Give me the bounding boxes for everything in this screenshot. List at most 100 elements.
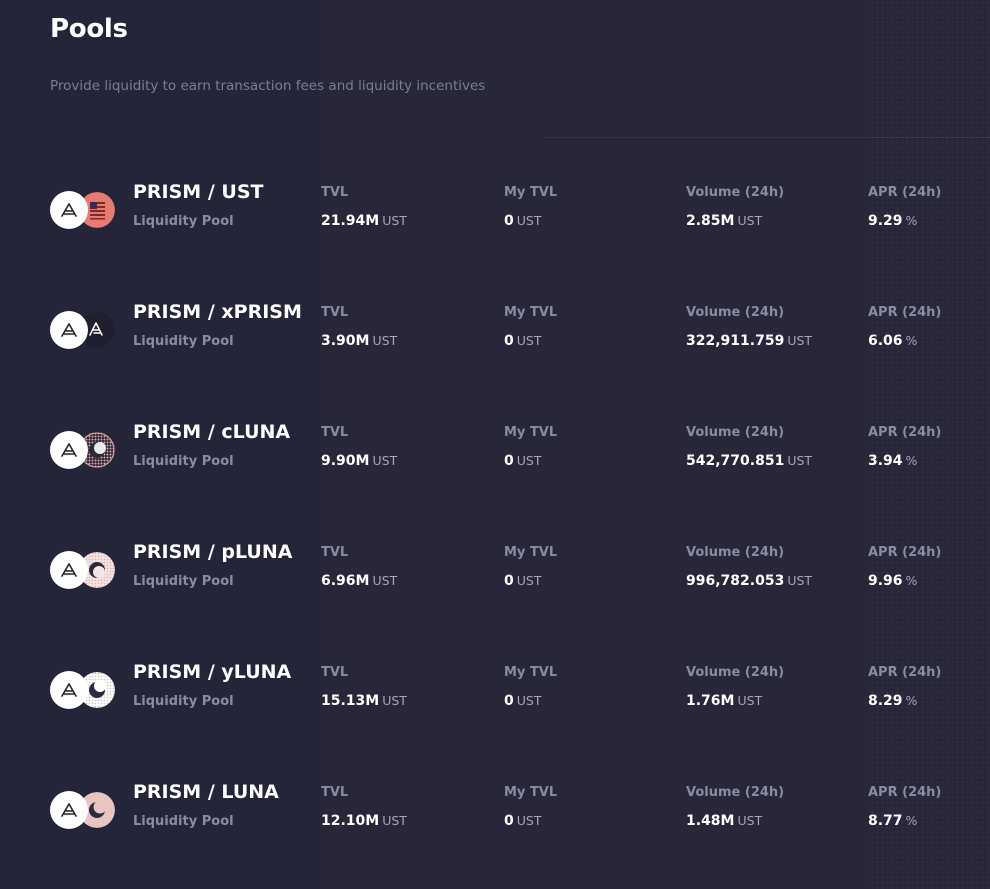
my-tvl-column: My TVL 0 UST bbox=[504, 785, 557, 829]
volume-column-unit: UST bbox=[787, 573, 813, 588]
pool-name[interactable]: PRISM / UST bbox=[133, 181, 263, 203]
my-tvl-column-value: 0 UST bbox=[504, 453, 557, 469]
tvl-column-label: TVL bbox=[321, 665, 349, 680]
pool-name[interactable]: PRISM / yLUNA bbox=[133, 661, 291, 683]
apr-column-label: APR (24h) bbox=[868, 545, 942, 560]
pool-token-icons bbox=[50, 791, 120, 831]
tvl-column: TVL 15.13M UST bbox=[321, 665, 407, 709]
apr-column-unit: % bbox=[905, 813, 918, 828]
my-tvl-column: My TVL 0 UST bbox=[504, 185, 557, 229]
apr-column-unit: % bbox=[905, 333, 918, 348]
pool-name[interactable]: PRISM / cLUNA bbox=[133, 421, 290, 443]
apr-column: APR (24h) 9.96% bbox=[868, 545, 941, 589]
apr-column-unit: % bbox=[905, 693, 918, 708]
my-tvl-column: My TVL 0 UST bbox=[504, 305, 557, 349]
apr-column-amount: 9.29 bbox=[868, 213, 903, 229]
pool-name[interactable]: PRISM / xPRISM bbox=[133, 301, 302, 323]
header-divider bbox=[545, 137, 990, 138]
volume-column-value: 2.85M UST bbox=[686, 213, 784, 229]
apr-column: APR (24h) 3.94% bbox=[868, 425, 941, 469]
tvl-column: TVL 21.94M UST bbox=[321, 185, 407, 229]
volume-column-value: 1.76M UST bbox=[686, 693, 784, 709]
my-tvl-column-label: My TVL bbox=[504, 305, 558, 320]
prism-icon bbox=[50, 551, 88, 589]
volume-column-amount: 2.85M bbox=[686, 213, 735, 229]
volume-column-amount: 542,770.851 bbox=[686, 453, 785, 469]
pool-token-icons bbox=[50, 551, 120, 591]
apr-column-value: 9.29% bbox=[868, 213, 941, 229]
pool-row[interactable]: PRISM / cLUNA Liquidity Pool TVL 9.90M UST My… bbox=[0, 421, 990, 525]
my-tvl-column-unit: UST bbox=[516, 573, 542, 588]
pool-row[interactable]: PRISM / LUNA Liquidity Pool TVL 12.10M UST My… bbox=[0, 781, 990, 885]
tvl-column-value: 3.90M UST bbox=[321, 333, 397, 349]
volume-column-unit: UST bbox=[787, 333, 813, 348]
apr-column: APR (24h) 8.77% bbox=[868, 785, 941, 829]
volume-column-value: 996,782.053 UST bbox=[686, 573, 812, 589]
apr-column-amount: 3.94 bbox=[868, 453, 903, 469]
apr-column-label: APR (24h) bbox=[868, 425, 942, 440]
my-tvl-column-unit: UST bbox=[516, 333, 542, 348]
pool-token-icons bbox=[50, 191, 120, 231]
tvl-column-unit: UST bbox=[372, 573, 398, 588]
my-tvl-column-label: My TVL bbox=[504, 425, 558, 440]
volume-column-unit: UST bbox=[787, 453, 813, 468]
tvl-column-value: 15.13M UST bbox=[321, 693, 407, 709]
volume-column-value: 322,911.759 UST bbox=[686, 333, 812, 349]
page-subtitle: Provide liquidity to earn transaction fe… bbox=[50, 78, 486, 94]
volume-column-amount: 1.76M bbox=[686, 693, 735, 709]
volume-column: Volume (24h) 996,782.053 UST bbox=[686, 545, 812, 589]
pool-type: Liquidity Pool bbox=[133, 694, 234, 709]
pool-row[interactable]: PRISM / yLUNA Liquidity Pool TVL 15.13M UST M… bbox=[0, 661, 990, 765]
tvl-column: TVL 6.96M UST bbox=[321, 545, 397, 589]
apr-column-unit: % bbox=[905, 213, 918, 228]
tvl-column-unit: UST bbox=[372, 453, 398, 468]
pool-type: Liquidity Pool bbox=[133, 574, 234, 589]
apr-column-label: APR (24h) bbox=[868, 185, 942, 200]
apr-column-label: APR (24h) bbox=[868, 305, 942, 320]
my-tvl-column-amount: 0 bbox=[504, 213, 514, 229]
pool-row[interactable]: PRISM / UST Liquidity Pool TVL 21.94M UST My … bbox=[0, 181, 990, 285]
tvl-column-label: TVL bbox=[321, 425, 349, 440]
pool-row[interactable]: PRISM / xPRISM Liquidity Pool TVL 3.90M UST M… bbox=[0, 301, 990, 405]
tvl-column: TVL 12.10M UST bbox=[321, 785, 407, 829]
pool-name[interactable]: PRISM / pLUNA bbox=[133, 541, 292, 563]
volume-column: Volume (24h) 1.48M UST bbox=[686, 785, 784, 829]
volume-column-label: Volume (24h) bbox=[686, 545, 785, 560]
apr-column-label: APR (24h) bbox=[868, 665, 942, 680]
apr-column-label: APR (24h) bbox=[868, 785, 942, 800]
apr-column: APR (24h) 8.29% bbox=[868, 665, 941, 709]
my-tvl-column-amount: 0 bbox=[504, 693, 514, 709]
tvl-column-amount: 3.90M bbox=[321, 333, 370, 349]
apr-column: APR (24h) 6.06% bbox=[868, 305, 941, 349]
my-tvl-column: My TVL 0 UST bbox=[504, 665, 557, 709]
volume-column-unit: UST bbox=[737, 213, 763, 228]
my-tvl-column-amount: 0 bbox=[504, 573, 514, 589]
my-tvl-column-value: 0 UST bbox=[504, 813, 557, 829]
pool-token-icons bbox=[50, 431, 120, 471]
my-tvl-column-unit: UST bbox=[516, 213, 542, 228]
pool-row[interactable]: PRISM / pLUNA Liquidity Pool TVL 6.96M UST My… bbox=[0, 541, 990, 645]
tvl-column-unit: UST bbox=[372, 333, 398, 348]
volume-column-unit: UST bbox=[737, 693, 763, 708]
volume-column-amount: 1.48M bbox=[686, 813, 735, 829]
tvl-column-value: 9.90M UST bbox=[321, 453, 397, 469]
tvl-column-amount: 21.94M bbox=[321, 213, 380, 229]
pool-name[interactable]: PRISM / LUNA bbox=[133, 781, 279, 803]
my-tvl-column-unit: UST bbox=[516, 693, 542, 708]
apr-column-amount: 6.06 bbox=[868, 333, 903, 349]
volume-column: Volume (24h) 2.85M UST bbox=[686, 185, 784, 229]
my-tvl-column-value: 0 UST bbox=[504, 333, 557, 349]
apr-column-amount: 8.77 bbox=[868, 813, 903, 829]
prism-icon bbox=[50, 671, 88, 709]
tvl-column-amount: 15.13M bbox=[321, 693, 380, 709]
tvl-column-unit: UST bbox=[382, 813, 407, 828]
pool-token-icons bbox=[50, 671, 120, 711]
pool-type: Liquidity Pool bbox=[133, 214, 234, 229]
volume-column-label: Volume (24h) bbox=[686, 185, 785, 200]
volume-column-label: Volume (24h) bbox=[686, 785, 785, 800]
tvl-column-label: TVL bbox=[321, 305, 349, 320]
tvl-column: TVL 3.90M UST bbox=[321, 305, 397, 349]
my-tvl-column-label: My TVL bbox=[504, 785, 558, 800]
prism-icon bbox=[50, 311, 88, 349]
volume-column-label: Volume (24h) bbox=[686, 305, 785, 320]
